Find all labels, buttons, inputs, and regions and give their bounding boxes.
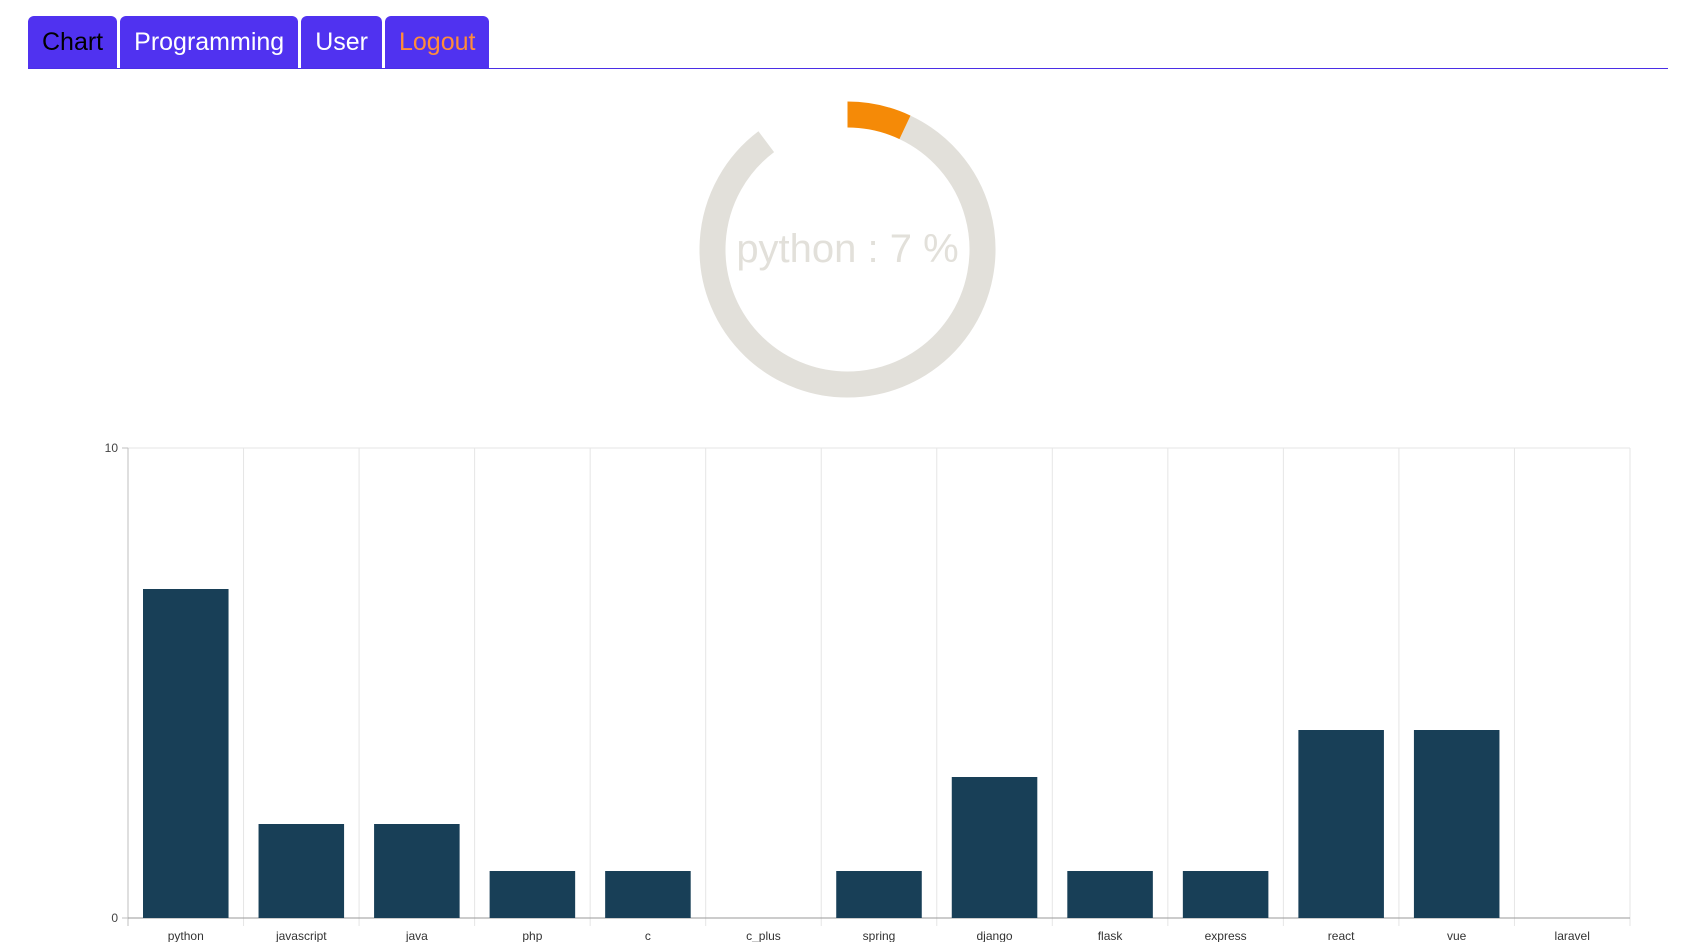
- x-tick-label: c: [645, 929, 651, 942]
- tab-chart[interactable]: Chart: [28, 16, 118, 68]
- bar-chart-svg: 0 10 python javascript java php c c_plus spring d…: [105, 441, 1631, 942]
- top-navigation: Chart Programming User Logout: [28, 16, 1668, 69]
- x-tick-label: vue: [1447, 929, 1467, 942]
- x-tick-label: javascript: [275, 929, 327, 942]
- donut-svg: [699, 101, 996, 398]
- bar-react[interactable]: [1298, 730, 1384, 918]
- bar-php[interactable]: [489, 871, 576, 918]
- x-tick-label: express: [1205, 929, 1247, 942]
- donut-highlight-arc[interactable]: [847, 101, 911, 140]
- bar-javascript[interactable]: [258, 824, 345, 918]
- x-tick-label: java: [405, 929, 428, 942]
- bar-spring[interactable]: [836, 871, 922, 918]
- bar-vue[interactable]: [1413, 730, 1500, 918]
- bar-python[interactable]: [143, 589, 229, 918]
- tab-logout[interactable]: Logout: [385, 16, 490, 68]
- bar-java[interactable]: [374, 824, 460, 918]
- x-tick-label: php: [522, 929, 542, 942]
- x-tick-label: python: [168, 929, 204, 942]
- bar-flask[interactable]: [1067, 871, 1153, 918]
- y-tick-label: 0: [111, 911, 118, 925]
- x-tick-label: c_plus: [746, 929, 781, 942]
- bar-django[interactable]: [951, 777, 1038, 918]
- bar-express[interactable]: [1182, 871, 1269, 918]
- x-tick-label: react: [1328, 929, 1355, 942]
- x-tick-label: laravel: [1555, 929, 1590, 942]
- tab-user[interactable]: User: [301, 16, 382, 68]
- bar-c[interactable]: [605, 871, 691, 918]
- x-tick-label: spring: [863, 929, 896, 942]
- x-tick-label: flask: [1098, 929, 1124, 942]
- tab-bar: Chart Programming User Logout: [28, 16, 1668, 68]
- x-tick-label: django: [977, 929, 1013, 942]
- donut-chart: python : 7 %: [680, 82, 1015, 417]
- bar-chart: 0 10 python javascript java php c c_plus spring d…: [90, 432, 1650, 942]
- tab-programming[interactable]: Programming: [120, 16, 299, 68]
- donut-track-arc: [699, 115, 996, 398]
- y-tick-label: 10: [105, 441, 119, 455]
